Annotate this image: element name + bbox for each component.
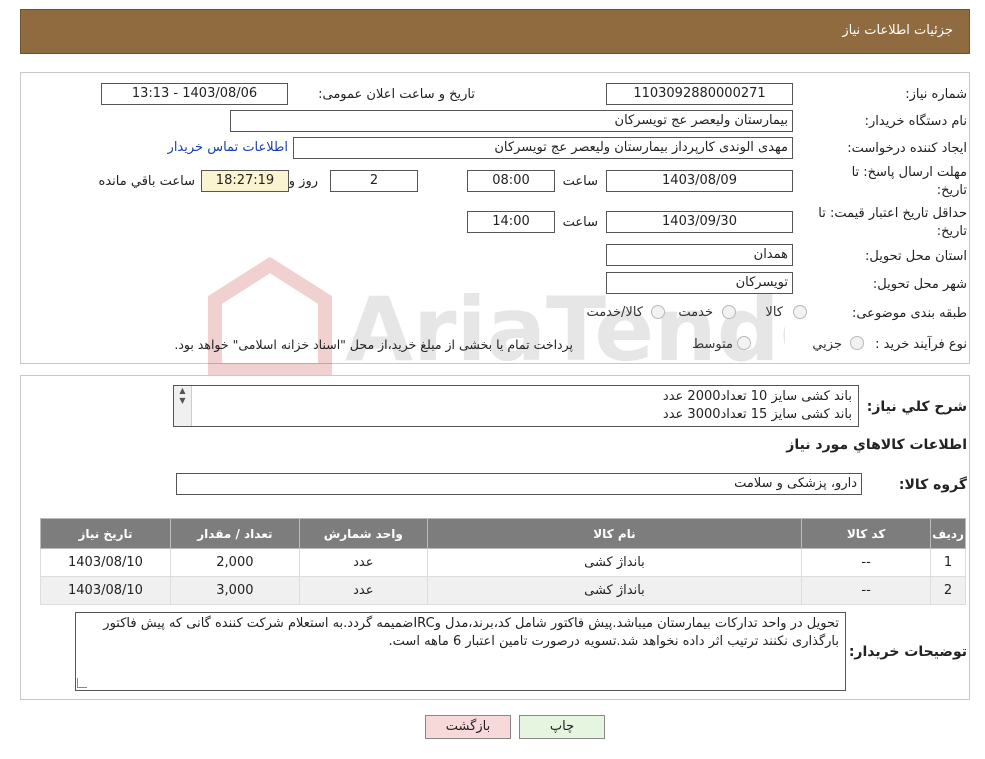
row-qty: 2,000 — [169, 548, 300, 577]
buyer-notes-textarea[interactable]: تحویل در واحد تدارکات بیمارستان میباشد.پ… — [75, 612, 846, 691]
row-qty: 3,000 — [169, 576, 300, 605]
table-row[interactable]: 2 -- بانداژ کشی عدد 3,000 1403/08/10 — [40, 576, 966, 605]
table-row[interactable]: 1 -- بانداژ کشی عدد 2,000 1403/08/10 — [40, 548, 966, 577]
validity-label: حداقل تاریخ اعتبار قیمت: تا — [818, 206, 967, 221]
announce-field[interactable]: 1403/08/06 - 13:13 — [101, 83, 288, 105]
row-code: -- — [801, 576, 932, 605]
category-goods-label: کالا — [765, 305, 783, 320]
process-medium-radio[interactable] — [737, 336, 751, 350]
buyer-field[interactable]: بیمارستان ولیعصر عج تویسرکان — [230, 110, 793, 132]
process-minor-radio[interactable] — [850, 336, 864, 350]
province-field[interactable]: همدان — [606, 244, 793, 266]
validity-time-label: ساعت — [562, 215, 598, 230]
deadline-time-label: ساعت — [562, 174, 598, 189]
summary-line-2: باند کشی سایز 15 تعداد3000 عدد — [662, 407, 852, 422]
goods-group-label: گروه کالا: — [898, 477, 967, 493]
row-unit: عدد — [298, 576, 428, 605]
city-label: شهر محل تحویل: — [872, 277, 967, 292]
col-code: کد کالا — [801, 518, 932, 549]
buyer-label: نام دستگاه خریدار: — [864, 114, 967, 129]
announce-label: تاریخ و ساعت اعلان عمومی: — [318, 87, 475, 102]
col-unit: واحد شمارش — [298, 518, 428, 549]
category-label: طبقه بندی موضوعی: — [851, 306, 967, 321]
summary-label: شرح کلي نياز: — [866, 399, 967, 415]
days-label: روز و — [288, 174, 318, 189]
page-title: جزئیات اطلاعات نیاز — [842, 23, 953, 38]
province-label: استان محل تحویل: — [865, 249, 967, 264]
table-header-row: ردیف کد کالا نام کالا واحد شمارش تعداد /… — [40, 518, 966, 549]
row-date: 1403/08/10 — [40, 576, 171, 605]
need-number-field[interactable]: 1103092880000271 — [606, 83, 793, 105]
category-service-radio[interactable] — [722, 305, 736, 319]
need-number-label: شماره نیاز: — [905, 87, 967, 102]
process-medium-label: متوسط — [692, 337, 733, 352]
deadline-label: مهلت ارسال پاسخ: تا — [851, 165, 967, 180]
buyer-notes-text: تحویل در واحد تدارکات بیمارستان میباشد.پ… — [103, 616, 839, 649]
validity-time-field[interactable]: 14:00 — [467, 211, 555, 233]
creator-label: ایجاد کننده درخواست: — [847, 141, 967, 156]
goods-table: ردیف کد کالا نام کالا واحد شمارش تعداد /… — [40, 518, 966, 605]
city-field[interactable]: تویسرکان — [606, 272, 793, 294]
validity-label-date: تاریخ: — [936, 224, 967, 239]
scroll-up-icon[interactable]: ▲ — [174, 386, 191, 396]
buyer-contact-link[interactable]: اطلاعات تماس خریدار — [168, 140, 288, 155]
scroll-down-icon[interactable]: ▼ — [174, 396, 191, 406]
goods-section-title: اطلاعات کالاهاي مورد نياز — [786, 437, 967, 453]
row-date: 1403/08/10 — [40, 548, 171, 577]
row-code: -- — [801, 548, 932, 577]
row-index: 2 — [930, 576, 966, 605]
category-both-label: کالا/خدمت — [586, 305, 643, 320]
print-button[interactable]: چاپ — [519, 715, 605, 739]
validity-date-field[interactable]: 1403/09/30 — [606, 211, 793, 233]
row-name: بانداژ کشی — [426, 576, 803, 605]
process-label: نوع فرآیند خرید : — [875, 337, 967, 352]
category-goods-radio[interactable] — [793, 305, 807, 319]
col-index: ردیف — [930, 518, 966, 549]
summary-line-1: باند کشی سایز 10 تعداد2000 عدد — [662, 389, 852, 404]
back-button[interactable]: بازگشت — [425, 715, 511, 739]
days-field[interactable]: 2 — [330, 170, 418, 192]
creator-field[interactable]: مهدی الوندی کارپرداز بیمارستان ولیعصر عج… — [293, 137, 793, 159]
summary-scrollbar[interactable]: ▲ ▼ — [174, 386, 192, 426]
category-service-label: خدمت — [678, 305, 713, 320]
col-date: تاریخ نیاز — [40, 518, 171, 549]
row-index: 1 — [930, 548, 966, 577]
col-qty: تعداد / مقدار — [169, 518, 300, 549]
page-header: جزئیات اطلاعات نیاز — [20, 9, 970, 54]
remaining-time-field: 18:27:19 — [201, 170, 289, 192]
goods-group-field[interactable]: دارو، پزشکی و سلامت — [176, 473, 862, 495]
process-minor-label: جزيي — [812, 337, 842, 352]
resize-handle-icon[interactable] — [77, 678, 87, 688]
category-both-radio[interactable] — [651, 305, 665, 319]
deadline-label-date: تاریخ: — [936, 183, 967, 198]
deadline-date-field[interactable]: 1403/08/09 — [606, 170, 793, 192]
row-unit: عدد — [298, 548, 428, 577]
col-name: نام کالا — [426, 518, 803, 549]
summary-textarea[interactable]: باند کشی سایز 10 تعداد2000 عدد باند کشی … — [173, 385, 859, 427]
row-name: بانداژ کشی — [426, 548, 803, 577]
remaining-label: ساعت باقي مانده — [98, 174, 195, 189]
buyer-notes-label: توضیحات خریدار: — [848, 644, 967, 660]
process-note: پرداخت تمام یا بخشی از مبلغ خرید،از محل … — [174, 337, 573, 352]
deadline-time-field[interactable]: 08:00 — [467, 170, 555, 192]
